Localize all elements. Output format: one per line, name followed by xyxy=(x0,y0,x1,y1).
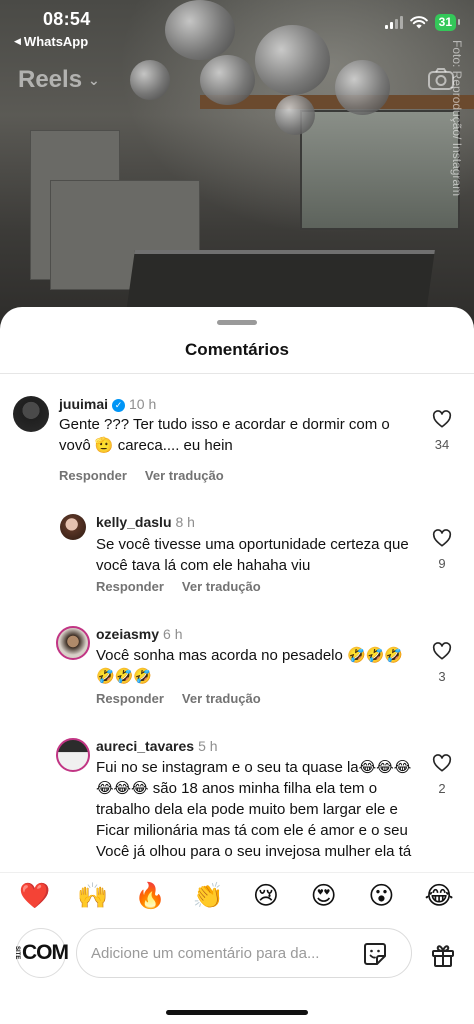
verified-badge-icon: ✓ xyxy=(112,399,126,412)
comment-actions: Responder Ver tradução xyxy=(96,691,261,706)
avatar-text: COM xyxy=(22,941,69,964)
comment-meta: kelly_daslu 8 h xyxy=(96,514,195,530)
sheet-drag-handle[interactable] xyxy=(217,320,257,325)
like-count: 2 xyxy=(438,781,446,796)
like-button[interactable]: 9 xyxy=(430,529,454,571)
emoji-laughing[interactable]: 😂 xyxy=(419,881,459,911)
reply-button[interactable]: Responder xyxy=(96,691,164,706)
like-count: 34 xyxy=(434,437,450,452)
battery-indicator: 31 xyxy=(434,14,461,31)
avatar[interactable] xyxy=(56,626,90,660)
pendant-light xyxy=(335,60,390,115)
comment-username[interactable]: aureci_tavares xyxy=(96,738,194,754)
comment-text: Gente ??? Ter tudo isso e acordar e dorm… xyxy=(59,416,390,454)
comment-username[interactable]: ozeiasmy xyxy=(96,626,159,642)
heart-icon xyxy=(432,529,452,547)
like-count: 9 xyxy=(438,556,446,571)
comment-meta: juuimai ✓ 10 h xyxy=(59,396,156,412)
like-button[interactable]: 3 xyxy=(430,642,454,684)
comment-actions: Responder Ver tradução xyxy=(96,579,261,594)
comment-input-bar: SITE COM xyxy=(0,924,474,984)
comment-time: 6 h xyxy=(163,626,183,642)
comment-meta: aureci_tavares 5 h xyxy=(96,738,218,754)
comment-username[interactable]: kelly_daslu xyxy=(96,514,172,530)
wifi-icon xyxy=(409,16,428,29)
comment-item: ozeiasmy 6 h Você sonha mas acorda no pes… xyxy=(0,614,474,724)
comment-text: Você sonha mas acorda no pesadelo 🤣🤣🤣🤣🤣🤣 xyxy=(96,647,404,685)
sheet-title: Comentários xyxy=(185,340,289,359)
heart-icon xyxy=(432,642,452,660)
cellular-signal-icon xyxy=(384,16,403,29)
see-translation-button[interactable]: Ver tradução xyxy=(145,468,224,483)
emoji-heart[interactable]: ❤️ xyxy=(15,881,55,911)
comment-actions: Responder Ver tradução xyxy=(59,468,224,483)
home-indicator[interactable] xyxy=(166,1010,308,1015)
comment-text: Se você tivesse uma oportunidade certeza… xyxy=(96,536,409,574)
status-bar: 08:54 ◀ WhatsApp 31 xyxy=(0,0,474,54)
emoji-surprised[interactable]: 😮 xyxy=(361,881,401,911)
photo-credit: Foto: Reprodução/ Instagram xyxy=(450,40,464,197)
chevron-down-icon: ⌄ xyxy=(88,71,100,88)
avatar[interactable] xyxy=(56,738,90,772)
heart-icon xyxy=(432,754,452,772)
reply-button[interactable]: Responder xyxy=(59,468,127,483)
reply-button[interactable]: Responder xyxy=(96,579,164,594)
pendant-light xyxy=(275,95,315,135)
see-translation-button[interactable]: Ver tradução xyxy=(182,691,261,706)
pendant-light xyxy=(200,55,255,105)
heart-icon xyxy=(432,410,452,428)
comment-time: 10 h xyxy=(129,396,157,412)
avatar[interactable] xyxy=(13,396,49,432)
avatar[interactable] xyxy=(60,514,86,540)
comment-item: aureci_tavares 5 h Fui no se instagram e … xyxy=(0,726,474,864)
back-app-label: WhatsApp xyxy=(23,34,89,49)
gift-icon[interactable] xyxy=(430,942,456,968)
comment-text: Fui no se instagram e o seu ta quase la😂… xyxy=(96,759,412,860)
reels-title-label: Reels xyxy=(18,66,83,93)
like-button[interactable]: 34 xyxy=(430,410,454,452)
back-arrow-icon: ◀ xyxy=(14,36,21,46)
like-count: 3 xyxy=(438,669,446,684)
system-icons: 31 xyxy=(384,14,461,31)
comment-username[interactable]: juuimai xyxy=(59,396,108,412)
emoji-clapping[interactable]: 👏 xyxy=(188,881,228,911)
comments-list[interactable]: juuimai ✓ 10 h Gente ??? Ter tudo isso e a… xyxy=(0,374,474,864)
current-user-avatar[interactable]: SITE COM xyxy=(14,928,69,978)
comment-item: juuimai ✓ 10 h Gente ??? Ter tudo isso e a… xyxy=(0,374,474,494)
comments-sheet: Comentários juuimai ✓ 10 h Gente ??? Ter t… xyxy=(0,307,474,1024)
comment-item: kelly_daslu 8 h Se você tivesse uma oport… xyxy=(0,502,474,612)
reels-title[interactable]: Reels ⌄ xyxy=(18,66,100,94)
emoji-crying[interactable]: 😢 xyxy=(246,881,286,911)
kitchen-window xyxy=(300,110,460,230)
pendant-light xyxy=(130,60,170,100)
comment-time: 8 h xyxy=(175,514,195,530)
see-translation-button[interactable]: Ver tradução xyxy=(182,579,261,594)
back-to-app-link[interactable]: ◀ WhatsApp xyxy=(14,34,88,49)
emoji-fire[interactable]: 🔥 xyxy=(130,881,170,911)
avatar-small-text: SITE xyxy=(14,946,20,960)
emoji-raised-hands[interactable]: 🙌 xyxy=(73,881,113,911)
emoji-reaction-bar: ❤️ 🙌 🔥 👏 😢 😍 😮 😂 xyxy=(0,872,474,918)
comment-meta: ozeiasmy 6 h xyxy=(96,626,183,642)
emoji-heart-eyes[interactable]: 😍 xyxy=(304,881,344,911)
comment-time: 5 h xyxy=(198,738,218,754)
like-button[interactable]: 2 xyxy=(430,754,454,796)
sticker-icon[interactable] xyxy=(362,941,388,967)
status-time: 08:54 xyxy=(43,9,91,29)
